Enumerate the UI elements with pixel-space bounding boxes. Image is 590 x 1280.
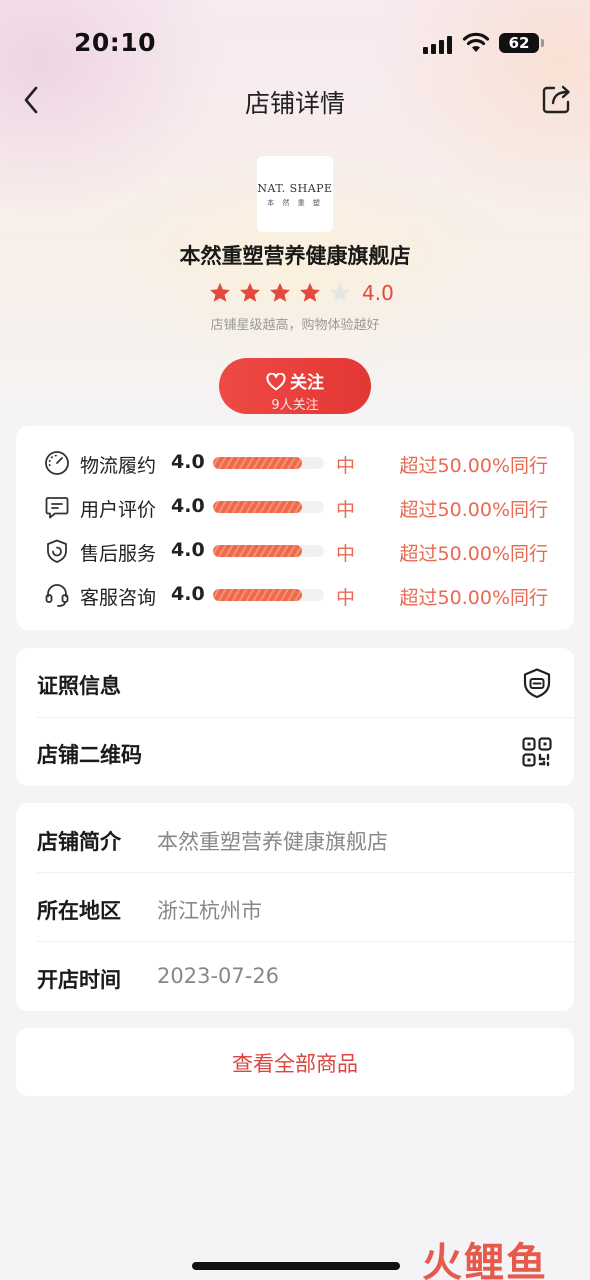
score-level: 中: [336, 543, 356, 565]
score-compare: 超过50.00%同行: [399, 499, 548, 521]
license-info-row[interactable]: 证照信息: [16, 648, 574, 717]
score-value: 4.0: [171, 495, 205, 517]
star-filled-icon: [270, 282, 290, 302]
score-bar: [213, 457, 324, 469]
score-bar-fill: [213, 501, 302, 513]
page-title: 店铺详情: [244, 89, 345, 118]
share-icon[interactable]: [540, 82, 574, 116]
comment-icon: [45, 497, 69, 519]
view-all-products-label: 查看全部商品: [232, 1052, 358, 1076]
score-label: 客服咨询: [80, 587, 157, 609]
shop-qr-code-row[interactable]: 店铺二维码: [16, 717, 574, 786]
score-level: 中: [336, 499, 356, 521]
shop-qr-code-label: 店铺二维码: [37, 743, 142, 767]
star-filled-icon: [300, 282, 320, 302]
rating-hint: 店铺星级越高，购物体验越好: [210, 318, 380, 333]
star-empty-icon: [330, 282, 350, 302]
score-label: 售后服务: [80, 543, 157, 565]
status-bar: 20:10 62: [0, 0, 590, 88]
score-value: 4.0: [171, 583, 205, 605]
follow-label: 关注: [290, 373, 324, 393]
score-level: 中: [336, 455, 356, 477]
license-shield-icon: [523, 668, 551, 699]
shop-scores-card: 物流履约 4.0 中 超过50.00%同行 用户评价 4.0 中 超过50.00…: [16, 426, 574, 630]
info-label: 店铺简介: [37, 830, 121, 854]
shop-logo: NAT. SHAPE 本 然 重 塑: [257, 156, 333, 232]
info-row-open-date: 开店时间 2023-07-26: [16, 941, 574, 1010]
score-label: 用户评价: [80, 499, 157, 521]
score-value: 4.0: [171, 539, 205, 561]
star-filled-icon: [240, 282, 260, 302]
info-value: 本然重塑营养健康旗舰店: [157, 830, 388, 854]
logo-text-main: NAT. SHAPE: [257, 182, 333, 195]
follower-count: 9人关注: [271, 398, 319, 413]
score-bar: [213, 501, 324, 513]
info-value: 浙江杭州市: [157, 899, 262, 923]
battery-indicator: 62: [499, 33, 544, 53]
info-label: 开店时间: [37, 968, 121, 992]
follow-button[interactable]: 关注 9人关注: [219, 358, 371, 414]
shop-info-card: 店铺简介 本然重塑营养健康旗舰店 所在地区 浙江杭州市 开店时间 2023-07…: [16, 803, 574, 1011]
heart-icon: [266, 372, 286, 391]
home-indicator[interactable]: [192, 1262, 400, 1270]
score-bar: [213, 545, 324, 557]
score-bar: [213, 589, 324, 601]
watermark: 火鲤鱼: [422, 1240, 548, 1280]
shield-icon: [47, 539, 67, 563]
headset-icon: [45, 584, 69, 607]
score-row-customer-service: 客服咨询 4.0 中 超过50.00%同行: [16, 573, 574, 617]
score-bar-fill: [213, 589, 302, 601]
rating-stars: [208, 281, 358, 305]
view-all-products-button[interactable]: 查看全部商品: [16, 1028, 574, 1096]
shop-links-card: 证照信息 店铺二维码: [16, 648, 574, 786]
score-bar-fill: [213, 457, 302, 469]
info-label: 所在地区: [37, 899, 121, 923]
score-row-after-sales: 售后服务 4.0 中 超过50.00%同行: [16, 529, 574, 573]
info-row-intro: 店铺简介 本然重塑营养健康旗舰店: [16, 803, 574, 872]
score-level: 中: [336, 587, 356, 609]
star-filled-icon: [210, 282, 230, 302]
score-row-logistics: 物流履约 4.0 中 超过50.00%同行: [16, 441, 574, 485]
score-bar-fill: [213, 545, 302, 557]
score-compare: 超过50.00%同行: [399, 455, 548, 477]
cellular-signal-icon: [423, 36, 453, 54]
wifi-icon: [462, 32, 490, 52]
shop-name: 本然重塑营养健康旗舰店: [179, 244, 411, 268]
speedometer-icon: [45, 451, 69, 475]
info-value: 2023-07-26: [157, 964, 280, 988]
score-row-reviews: 用户评价 4.0 中 超过50.00%同行: [16, 485, 574, 529]
info-row-region: 所在地区 浙江杭州市: [16, 872, 574, 941]
score-value: 4.0: [171, 451, 205, 473]
status-time: 20:10: [74, 28, 157, 57]
score-compare: 超过50.00%同行: [399, 587, 548, 609]
score-compare: 超过50.00%同行: [399, 543, 548, 565]
logo-text-sub: 本 然 重 塑: [267, 199, 323, 207]
rating-value: 4.0: [362, 281, 394, 305]
qr-code-icon: [522, 737, 552, 767]
license-info-label: 证照信息: [37, 674, 121, 698]
score-label: 物流履约: [80, 455, 157, 477]
